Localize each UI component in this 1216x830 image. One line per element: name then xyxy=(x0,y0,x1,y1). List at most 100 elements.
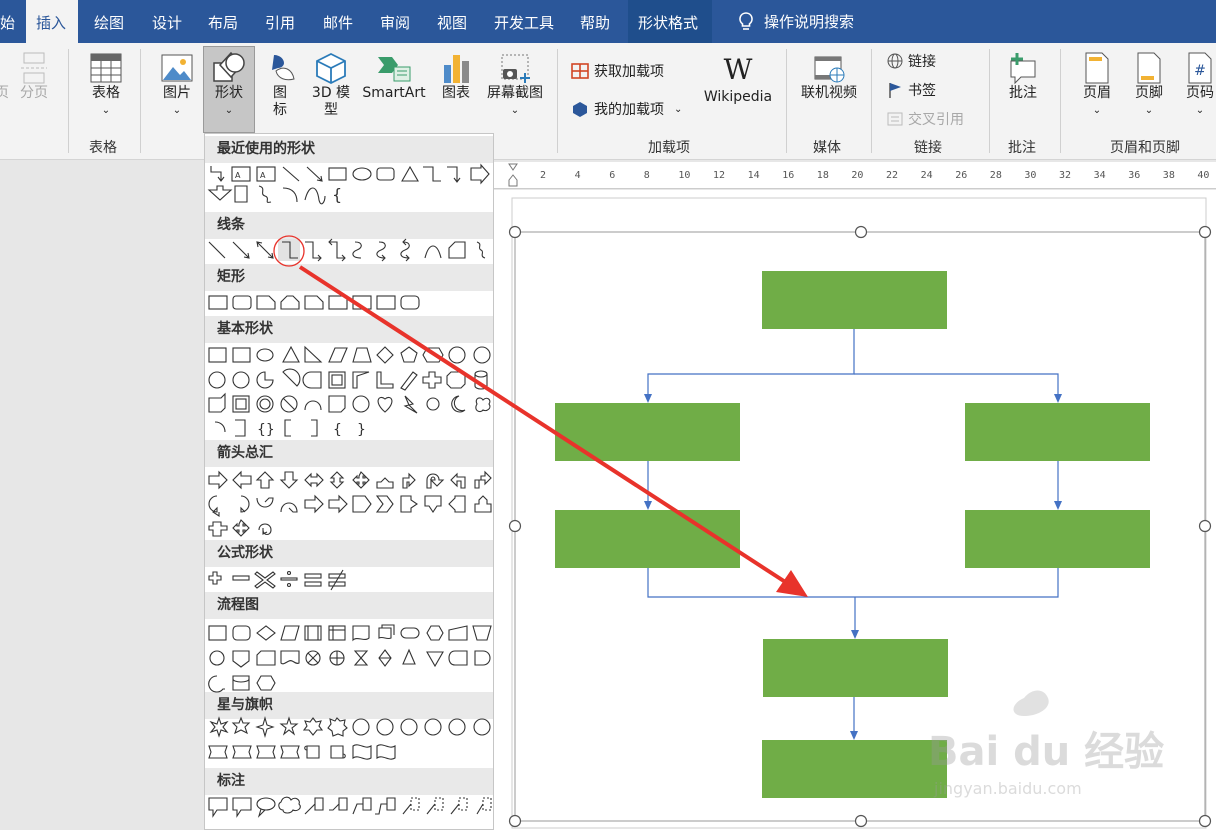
flowchart-shapes-grid[interactable] xyxy=(208,624,492,693)
stars-banners-grid[interactable] xyxy=(208,715,491,760)
icons-button[interactable]: 图 标 xyxy=(260,51,300,119)
get-addins-button[interactable]: 获取加载项 xyxy=(570,61,664,81)
screenshot-label: 屏幕截图 xyxy=(487,85,543,101)
online-video-button[interactable]: 联机视频 xyxy=(796,51,862,102)
cross-reference-button[interactable]: 交叉引用 xyxy=(886,109,964,129)
drawing-canvas[interactable]: Bai du 经验 jingyan.baidu.com xyxy=(494,190,1216,830)
tell-me-search[interactable]: 操作说明搜索 xyxy=(728,0,868,43)
header-button[interactable]: 页眉 ⌄ xyxy=(1074,51,1120,119)
callout-shapes-row[interactable] xyxy=(208,796,492,818)
online-video-label: 联机视频 xyxy=(801,85,857,101)
screenshot-button[interactable]: 屏幕截图 ⌄ xyxy=(482,51,548,119)
cover-page-button-partial[interactable]: 页 xyxy=(0,51,10,102)
rectangle-shapes-row[interactable] xyxy=(208,295,420,310)
3d-models-button[interactable]: 3D 模 型 xyxy=(305,51,357,119)
store-icon xyxy=(571,63,589,79)
tab-draw[interactable]: 绘图 xyxy=(84,0,136,43)
tab-review[interactable]: 审阅 xyxy=(370,0,422,43)
recent-shapes-row[interactable]: A A xyxy=(210,163,490,185)
table-icon xyxy=(90,53,122,83)
shapes-icon xyxy=(213,51,245,82)
bookmark-flag-icon xyxy=(889,83,901,98)
footer-button[interactable]: 页脚 ⌄ xyxy=(1126,51,1172,119)
chevron-down-icon: ⌄ xyxy=(224,105,234,116)
picture-button[interactable]: 图片 ⌄ xyxy=(154,51,200,119)
flowchart-box-bottom[interactable] xyxy=(762,740,947,798)
flowchart-box-top[interactable] xyxy=(762,271,947,329)
chevron-down-icon: ⌄ xyxy=(101,105,111,116)
my-addins-label: 我的加载项 xyxy=(594,102,664,118)
ruler-tick-label: 16 xyxy=(782,170,795,181)
flowchart-box-left-1[interactable] xyxy=(555,403,740,461)
table-label: 表格 xyxy=(92,85,120,101)
table-button[interactable]: 表格 ⌄ xyxy=(84,51,128,119)
indent-marker[interactable] xyxy=(508,162,518,188)
chevron-down-icon: ⌄ xyxy=(1144,105,1154,116)
group-label-media: 媒体 xyxy=(813,140,841,156)
page-break-label: 分页 xyxy=(20,85,48,101)
wikipedia-button[interactable]: W Wikipedia xyxy=(698,55,778,106)
link-icon xyxy=(887,53,903,69)
tab-help[interactable]: 帮助 xyxy=(570,0,622,43)
flowchart-box-merge[interactable] xyxy=(763,639,948,697)
tab-mailings[interactable]: 邮件 xyxy=(313,0,365,43)
horizontal-ruler[interactable]: 2 4 6 8 10 12 14 16 18 20 22 24 26 28 30 32 34 36 38 40 xyxy=(494,162,1216,189)
get-addins-label: 获取加载项 xyxy=(594,64,664,80)
icons-icon xyxy=(272,55,295,81)
block-arrows-grid[interactable] xyxy=(208,470,492,537)
ruler-tick-label: 34 xyxy=(1093,170,1106,181)
tab-shape-format[interactable]: 形状格式 xyxy=(628,0,712,43)
line-shapes-row[interactable] xyxy=(208,238,486,262)
recent-shapes-row-2[interactable]: { xyxy=(207,185,342,205)
link-button[interactable]: 链接 xyxy=(886,51,936,71)
svg-text:{}: {} xyxy=(257,422,275,438)
tab-design[interactable]: 设计 xyxy=(142,0,194,43)
chart-button[interactable]: 图表 xyxy=(434,51,478,102)
connector-top-left xyxy=(647,329,855,398)
comment-button[interactable]: 批注 xyxy=(1000,51,1046,102)
flowchart-box-right-1[interactable] xyxy=(965,403,1150,461)
shapes-gallery-dropdown[interactable]: 最近使用的形状 线条 矩形 基本形状 箭头总汇 公式形状 流程图 星与旗帜 标注… xyxy=(204,133,494,830)
ruler-tick-label: 38 xyxy=(1162,170,1175,181)
tell-me-label: 操作说明搜索 xyxy=(764,12,855,31)
flowchart-box-right-2[interactable] xyxy=(965,510,1150,568)
chevron-down-icon: ⌄ xyxy=(1195,105,1205,116)
tab-home[interactable]: 始 xyxy=(0,0,22,43)
ruler-tick-label: 24 xyxy=(920,170,933,181)
icons-label: 图 标 xyxy=(273,85,287,118)
ruler-tick-label: 18 xyxy=(816,170,829,181)
group-label-links: 链接 xyxy=(914,140,942,156)
svg-text:}: } xyxy=(357,422,366,438)
tab-insert[interactable]: 插入 xyxy=(26,0,78,43)
group-label-tables: 表格 xyxy=(89,140,117,156)
bookmark-button[interactable]: 书签 xyxy=(886,80,936,100)
bar-chart-icon xyxy=(444,55,469,83)
separator xyxy=(786,49,787,153)
tab-references[interactable]: 引用 xyxy=(255,0,307,43)
page-break-button[interactable]: 分页 xyxy=(14,51,54,102)
page-number-button[interactable]: # 页码 ⌄ xyxy=(1178,51,1216,119)
tab-view[interactable]: 视图 xyxy=(427,0,479,43)
ruler-tick-label: 12 xyxy=(713,170,726,181)
shape-icons-grid[interactable]: A A {{} {} xyxy=(205,134,493,830)
chevron-down-icon: ⌄ xyxy=(510,105,520,116)
video-icon xyxy=(814,56,845,83)
wikipedia-label: Wikipedia xyxy=(703,89,773,105)
basic-shapes-grid[interactable]: {} { } xyxy=(208,345,491,438)
svg-text:A: A xyxy=(260,171,266,180)
my-addins-button[interactable]: 我的加载项 ⌄ xyxy=(570,99,682,119)
tab-developer[interactable]: 开发工具 xyxy=(484,0,566,43)
bookmark-label: 书签 xyxy=(908,83,936,99)
screenshot-icon xyxy=(501,54,530,83)
smartart-button[interactable]: SmartArt xyxy=(360,51,428,102)
group-label-comments: 批注 xyxy=(1008,140,1036,156)
flowchart-box-left-2[interactable] xyxy=(555,510,740,568)
tab-layout[interactable]: 布局 xyxy=(198,0,250,43)
equation-shapes-row[interactable] xyxy=(208,569,346,591)
svg-text:#: # xyxy=(1194,63,1206,79)
ruler-tick-label: 28 xyxy=(989,170,1002,181)
header-icon xyxy=(1085,52,1109,84)
addins-icon xyxy=(573,102,587,117)
shapes-button[interactable]: 形状 ⌄ xyxy=(203,46,255,133)
separator xyxy=(1060,49,1061,153)
